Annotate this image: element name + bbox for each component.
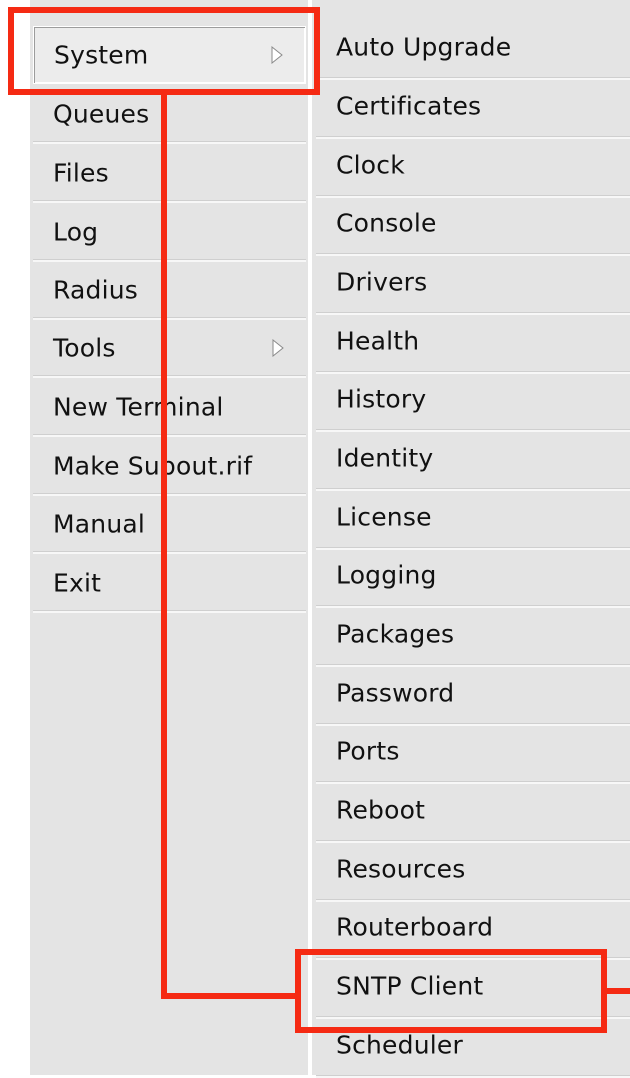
submenu-item-license[interactable]: License xyxy=(316,492,630,550)
menu-item-manual[interactable]: Manual xyxy=(33,496,306,554)
submenu-item-label: Identity xyxy=(336,443,434,473)
submenu-item-sntp-client[interactable]: SNTP Client xyxy=(316,961,630,1019)
submenu-item-label: Auto Upgrade xyxy=(336,32,512,62)
submenu-item-label: History xyxy=(336,384,427,414)
menu-item-exit[interactable]: Exit xyxy=(33,555,306,613)
menu-item-log[interactable]: Log xyxy=(33,204,306,262)
submenu-item-label: Drivers xyxy=(336,267,428,297)
submenu-item-label: Reboot xyxy=(336,795,426,825)
submenu-item-history[interactable]: History xyxy=(316,374,630,432)
submenu-item-label: License xyxy=(336,502,432,532)
main-menu: System Queues Files Log Radius Tools New… xyxy=(30,0,310,1075)
submenu-item-certificates[interactable]: Certificates xyxy=(316,81,630,139)
submenu-item-console[interactable]: Console xyxy=(316,198,630,256)
submenu-item-label: Scheduler xyxy=(336,1030,463,1060)
submenu-item-password[interactable]: Password xyxy=(316,668,630,726)
menu-item-new-terminal[interactable]: New Terminal xyxy=(33,379,306,437)
submenu-item-label: Ports xyxy=(336,736,400,766)
submenu-item-label: Packages xyxy=(336,619,455,649)
menu-item-label: Exit xyxy=(53,568,102,598)
menu-item-make-supout[interactable]: Make Supout.rif xyxy=(33,438,306,496)
submenu-item-logging[interactable]: Logging xyxy=(316,550,630,608)
menu-item-queues[interactable]: Queues xyxy=(33,86,306,144)
submenu-item-label: Routerboard xyxy=(336,912,494,942)
submenu-item-label: Health xyxy=(336,326,420,356)
menu-item-label: System xyxy=(54,40,149,70)
submenu-item-resources[interactable]: Resources xyxy=(316,844,630,902)
system-submenu: Auto Upgrade Certificates Clock Console … xyxy=(312,0,630,1078)
submenu-item-label: SNTP Client xyxy=(336,971,484,1001)
menu-item-label: Make Supout.rif xyxy=(53,451,253,481)
menu-item-radius[interactable]: Radius xyxy=(33,262,306,320)
menu-item-label: Log xyxy=(53,217,99,247)
submenu-arrow-icon xyxy=(271,46,283,64)
submenu-item-label: Clock xyxy=(336,150,405,180)
submenu-arrow-icon xyxy=(272,339,284,357)
submenu-item-routerboard[interactable]: Routerboard xyxy=(316,902,630,960)
submenu-item-label: Certificates xyxy=(336,91,482,121)
menu-item-files[interactable]: Files xyxy=(33,145,306,203)
menu-item-label: Files xyxy=(53,158,109,188)
submenu-item-drivers[interactable]: Drivers xyxy=(316,257,630,315)
menu-item-tools[interactable]: Tools xyxy=(33,320,306,378)
submenu-item-auto-upgrade[interactable]: Auto Upgrade xyxy=(316,22,630,80)
menu-item-label: Radius xyxy=(53,275,139,305)
menu-item-label: Queues xyxy=(53,99,150,129)
menu-item-label: Manual xyxy=(53,509,146,539)
submenu-item-reboot[interactable]: Reboot xyxy=(316,785,630,843)
submenu-item-clock[interactable]: Clock xyxy=(316,140,630,198)
submenu-item-label: Console xyxy=(336,208,437,238)
menu-item-label: Tools xyxy=(53,333,116,363)
submenu-item-scheduler[interactable]: Scheduler xyxy=(316,1020,630,1078)
submenu-item-label: Logging xyxy=(336,560,437,590)
submenu-item-packages[interactable]: Packages xyxy=(316,609,630,667)
menu-item-system[interactable]: System xyxy=(33,26,306,84)
menu-item-label: New Terminal xyxy=(53,392,224,422)
submenu-item-identity[interactable]: Identity xyxy=(316,433,630,491)
submenu-item-ports[interactable]: Ports xyxy=(316,726,630,784)
submenu-item-health[interactable]: Health xyxy=(316,316,630,374)
submenu-item-label: Password xyxy=(336,678,455,708)
submenu-item-label: Resources xyxy=(336,854,466,884)
